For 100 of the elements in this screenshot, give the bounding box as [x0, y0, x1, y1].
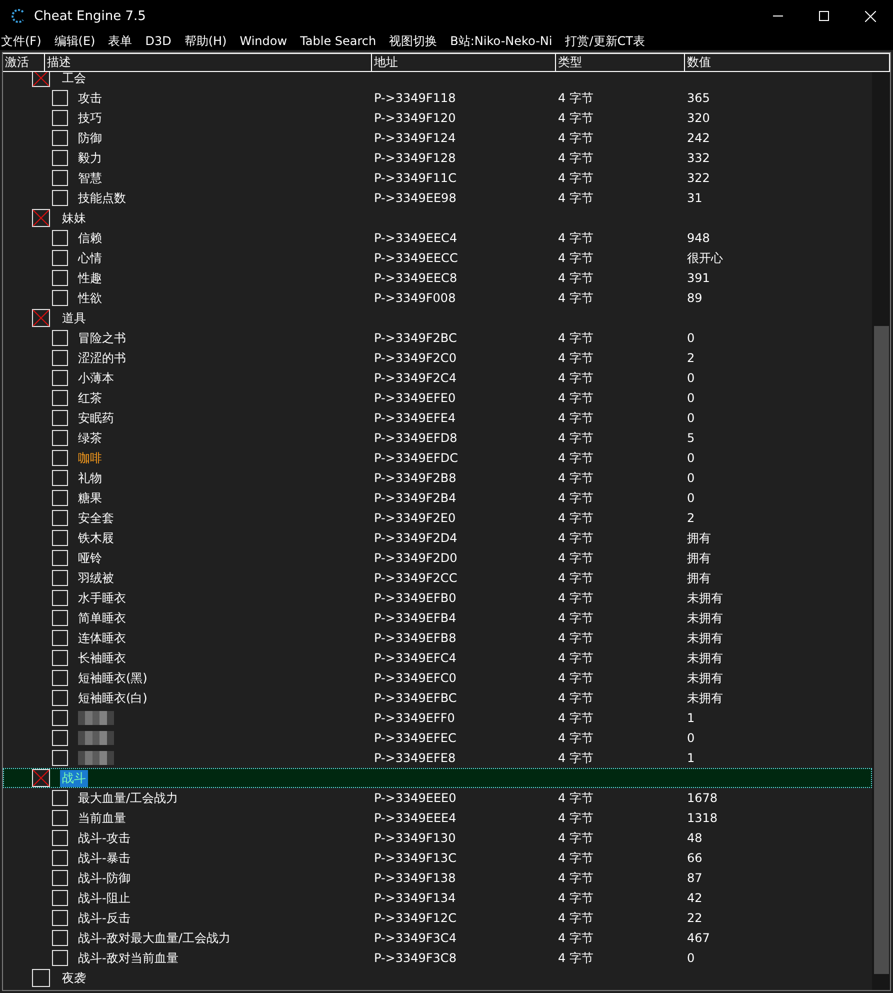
- selected-group-row[interactable]: 战斗: [3, 768, 872, 788]
- value-cell-text: 很开心: [686, 250, 724, 266]
- address-cell-text: P->3349EFF0: [373, 711, 456, 725]
- checkbox[interactable]: [52, 490, 68, 506]
- checkbox[interactable]: [52, 930, 68, 946]
- checkbox[interactable]: [52, 910, 68, 926]
- group-row[interactable]: 夜袭: [3, 968, 872, 988]
- checkbox[interactable]: [52, 470, 68, 486]
- entry-description: 战斗-敌对当前血量: [78, 950, 178, 966]
- menu-item[interactable]: 文件(F): [0, 32, 48, 50]
- address-cell-text: P->3349F120: [373, 111, 457, 125]
- checkbox[interactable]: [52, 670, 68, 686]
- address-cell-text: P->3349EFD8: [373, 431, 458, 445]
- address-cell-text: P->3349F008: [373, 291, 457, 305]
- checkbox[interactable]: [52, 410, 68, 426]
- menu-item[interactable]: 表单: [107, 32, 138, 50]
- checkbox[interactable]: [52, 190, 68, 206]
- blurred-label-placeholder: [78, 751, 114, 765]
- type-cell-text: 4 字节: [557, 330, 594, 346]
- address-cell-text: P->3349EFB4: [373, 611, 458, 625]
- checkbox[interactable]: [52, 810, 68, 826]
- column-header[interactable]: 类型: [556, 53, 685, 72]
- checkbox[interactable]: [52, 430, 68, 446]
- checkbox[interactable]: [52, 890, 68, 906]
- menu-item[interactable]: 视图切换: [388, 32, 444, 50]
- checkbox[interactable]: [52, 690, 68, 706]
- column-header[interactable]: 描述: [45, 53, 372, 72]
- checkbox[interactable]: [52, 270, 68, 286]
- checkbox[interactable]: [52, 550, 68, 566]
- checkbox[interactable]: [52, 510, 68, 526]
- checkbox[interactable]: [52, 570, 68, 586]
- checkbox[interactable]: [52, 530, 68, 546]
- scrollbar[interactable]: [872, 72, 890, 990]
- entry-description: 小薄本: [78, 370, 114, 386]
- checkbox[interactable]: [52, 830, 68, 846]
- checkbox[interactable]: [52, 870, 68, 886]
- menu-item[interactable]: D3D: [144, 34, 178, 48]
- column-header[interactable]: 数值: [685, 53, 890, 72]
- scrollbar-thumb[interactable]: [874, 326, 889, 974]
- value-cell-text: 0: [686, 471, 696, 485]
- address-cell-text: P->3349F2D4: [373, 531, 458, 545]
- address-cell-text: P->3349EEC8: [373, 271, 458, 285]
- checkbox[interactable]: [52, 130, 68, 146]
- checkbox[interactable]: [52, 590, 68, 606]
- entry-description: 咖啡: [78, 450, 102, 466]
- menu-item[interactable]: 编辑(E): [53, 32, 102, 50]
- checkbox[interactable]: [52, 150, 68, 166]
- checkbox[interactable]: [52, 250, 68, 266]
- checkbox[interactable]: [52, 630, 68, 646]
- checkbox[interactable]: [32, 969, 50, 987]
- type-cell-text: 4 字节: [557, 890, 594, 906]
- checkbox[interactable]: [52, 90, 68, 106]
- checkbox[interactable]: [52, 370, 68, 386]
- checkbox[interactable]: [52, 790, 68, 806]
- checkbox[interactable]: [52, 390, 68, 406]
- crossed-checkbox[interactable]: [32, 309, 50, 327]
- menu-item[interactable]: 帮助(H): [183, 32, 233, 50]
- checkbox[interactable]: [52, 290, 68, 306]
- checkbox[interactable]: [52, 750, 68, 766]
- menu-item[interactable]: B站:Niko-Neko-Ni: [449, 32, 558, 50]
- value-cell-text: 48: [686, 831, 704, 845]
- crossed-checkbox[interactable]: [32, 769, 50, 787]
- checkbox[interactable]: [52, 730, 68, 746]
- value-cell-text: 未拥有: [686, 690, 724, 706]
- checkbox[interactable]: [52, 710, 68, 726]
- maximize-icon: [819, 11, 829, 21]
- checkbox[interactable]: [52, 330, 68, 346]
- checkbox[interactable]: [52, 230, 68, 246]
- value-cell-text: 未拥有: [686, 610, 724, 626]
- group-name: 夜袭: [61, 970, 87, 986]
- checkbox[interactable]: [52, 650, 68, 666]
- type-cell-text: 4 字节: [557, 130, 594, 146]
- crossed-checkbox[interactable]: [32, 72, 50, 87]
- type-cell-text: 4 字节: [557, 790, 594, 806]
- checkbox[interactable]: [52, 350, 68, 366]
- menu-item[interactable]: 打赏/更新CT表: [564, 32, 651, 50]
- address-cell-text: P->3349F12C: [373, 911, 458, 925]
- menu-item[interactable]: Window: [238, 34, 294, 48]
- checkbox[interactable]: [52, 950, 68, 966]
- entry-description: 长袖睡衣: [78, 650, 126, 666]
- checkbox[interactable]: [52, 110, 68, 126]
- menu-item[interactable]: Table Search: [299, 34, 382, 48]
- entry-description: 连体睡衣: [78, 630, 126, 646]
- crossed-checkbox[interactable]: [32, 209, 50, 227]
- checkbox[interactable]: [52, 610, 68, 626]
- group-row[interactable]: 道具: [3, 308, 872, 328]
- column-header[interactable]: 地址: [372, 53, 556, 72]
- app-logo-icon: [10, 8, 26, 24]
- group-name: 妹妹: [61, 210, 87, 226]
- entry-description: 防御: [78, 130, 102, 146]
- address-cell-text: P->3349EECC: [373, 251, 459, 265]
- group-name: 道具: [61, 310, 87, 326]
- group-row[interactable]: 工会: [3, 72, 872, 88]
- checkbox[interactable]: [52, 170, 68, 186]
- type-cell-text: 4 字节: [557, 230, 594, 246]
- address-cell-text: P->3349F138: [373, 871, 457, 885]
- checkbox[interactable]: [52, 850, 68, 866]
- group-row[interactable]: 妹妹: [3, 208, 872, 228]
- checkbox[interactable]: [52, 450, 68, 466]
- type-cell-text: 4 字节: [557, 110, 594, 126]
